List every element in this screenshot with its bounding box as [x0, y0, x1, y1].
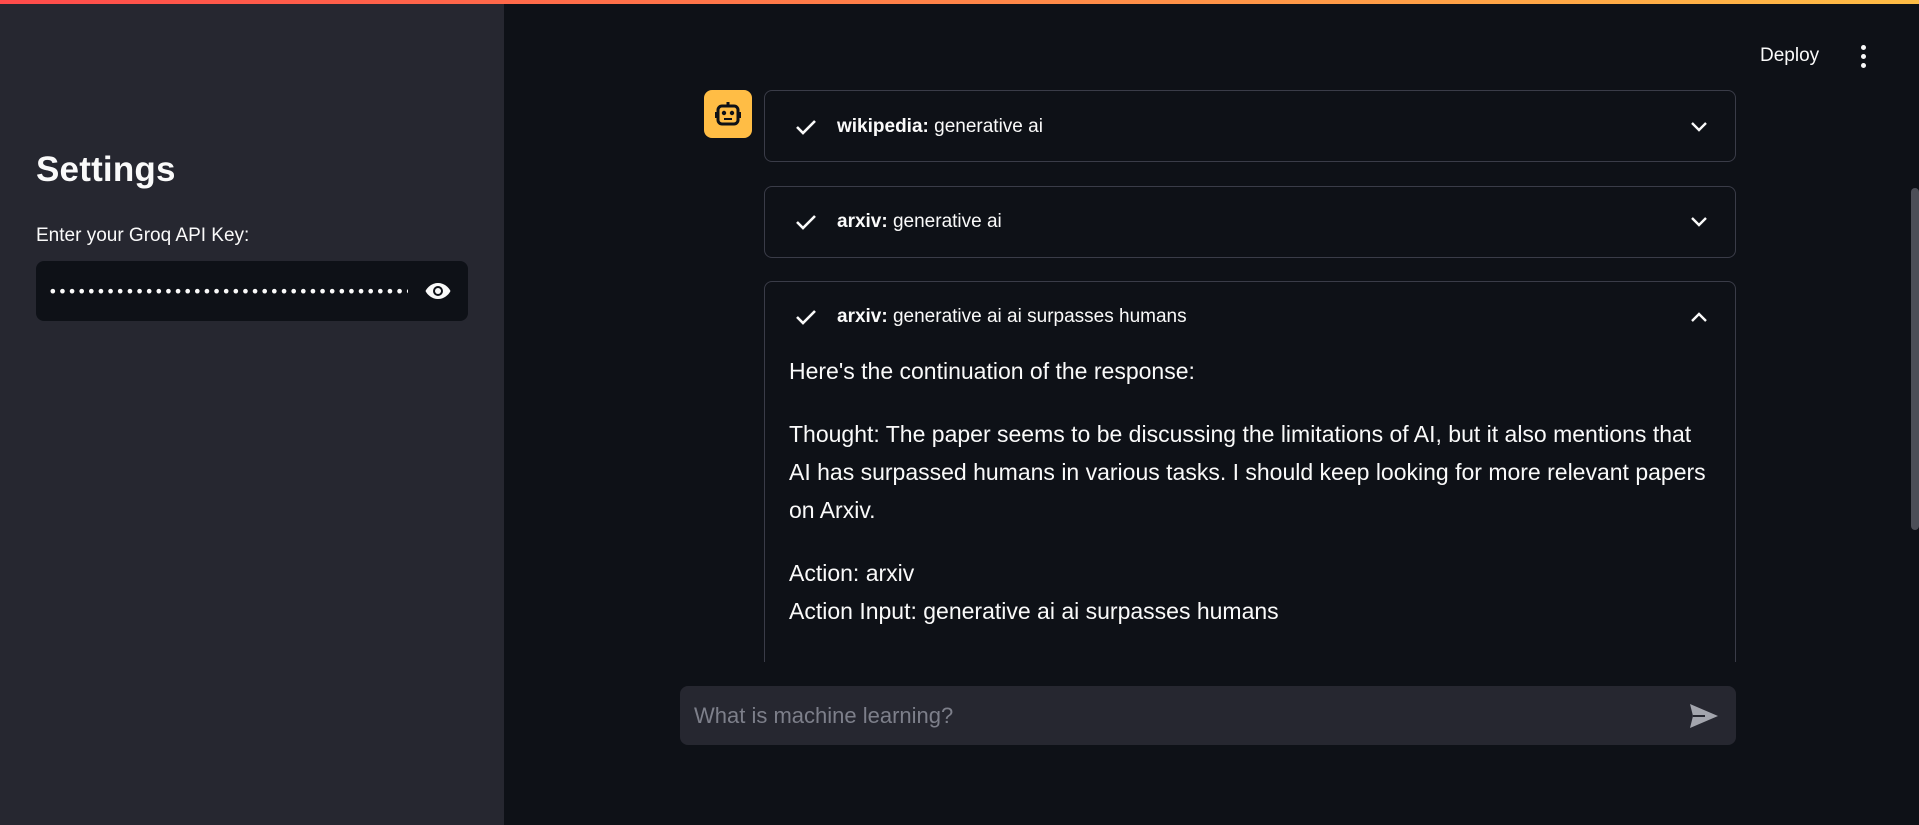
step-title: wikipedia: generative ai [837, 116, 1687, 138]
chat-input-box [680, 686, 1736, 745]
step-tool: wikipedia: [837, 116, 929, 137]
eye-icon[interactable] [408, 261, 468, 321]
send-icon[interactable] [1684, 696, 1724, 736]
expander-body: Here's the continuation of the response:… [765, 352, 1735, 630]
check-icon [795, 210, 819, 234]
expander-header[interactable]: wikipedia: generative ai [765, 91, 1735, 163]
tool-step-expander: wikipedia: generative ai [764, 90, 1736, 162]
expander-header[interactable]: arxiv: generative ai [765, 187, 1735, 257]
step-query: generative ai ai surpasses humans [892, 306, 1187, 327]
api-key-input[interactable]: ••••••••••••••••••••••••••••••••••••••••… [36, 261, 408, 321]
step-tool: arxiv: [837, 306, 888, 327]
step-query: generative ai [892, 211, 1002, 232]
vertical-dots-icon[interactable] [1850, 40, 1876, 72]
chevron-down-icon[interactable] [1687, 210, 1711, 234]
response-action-input: Action Input: generative ai ai surpasses… [789, 598, 1279, 624]
deploy-button[interactable]: Deploy [1748, 40, 1831, 72]
response-thought: Thought: The paper seems to be discussin… [789, 421, 1706, 523]
api-key-label: Enter your Groq API Key: [36, 225, 250, 246]
sidebar: Settings Enter your Groq API Key: ••••••… [0, 0, 504, 825]
scrollbar[interactable] [1911, 188, 1919, 530]
tool-step-expander: arxiv: generative ai [764, 186, 1736, 258]
tool-step-expander-expanded: arxiv: generative ai ai surpasses humans… [764, 281, 1736, 701]
chevron-down-icon[interactable] [1687, 115, 1711, 139]
expander-header[interactable]: arxiv: generative ai ai surpasses humans [765, 282, 1735, 352]
sidebar-title: Settings [36, 150, 176, 189]
api-key-field: ••••••••••••••••••••••••••••••••••••••••… [36, 261, 468, 321]
step-tool: arxiv: [837, 211, 888, 232]
top-decoration-bar [0, 0, 1919, 4]
response-action: Action: arxiv [789, 560, 915, 586]
check-icon [795, 115, 819, 139]
step-title: arxiv: generative ai [837, 211, 1687, 233]
step-query: generative ai [934, 116, 1043, 137]
step-title: arxiv: generative ai ai surpasses humans [837, 306, 1687, 328]
chevron-up-icon[interactable] [1687, 305, 1711, 329]
robot-icon [704, 90, 752, 138]
check-icon [795, 305, 819, 329]
response-intro: Here's the continuation of the response: [789, 358, 1195, 384]
chat-input[interactable] [692, 701, 1684, 730]
